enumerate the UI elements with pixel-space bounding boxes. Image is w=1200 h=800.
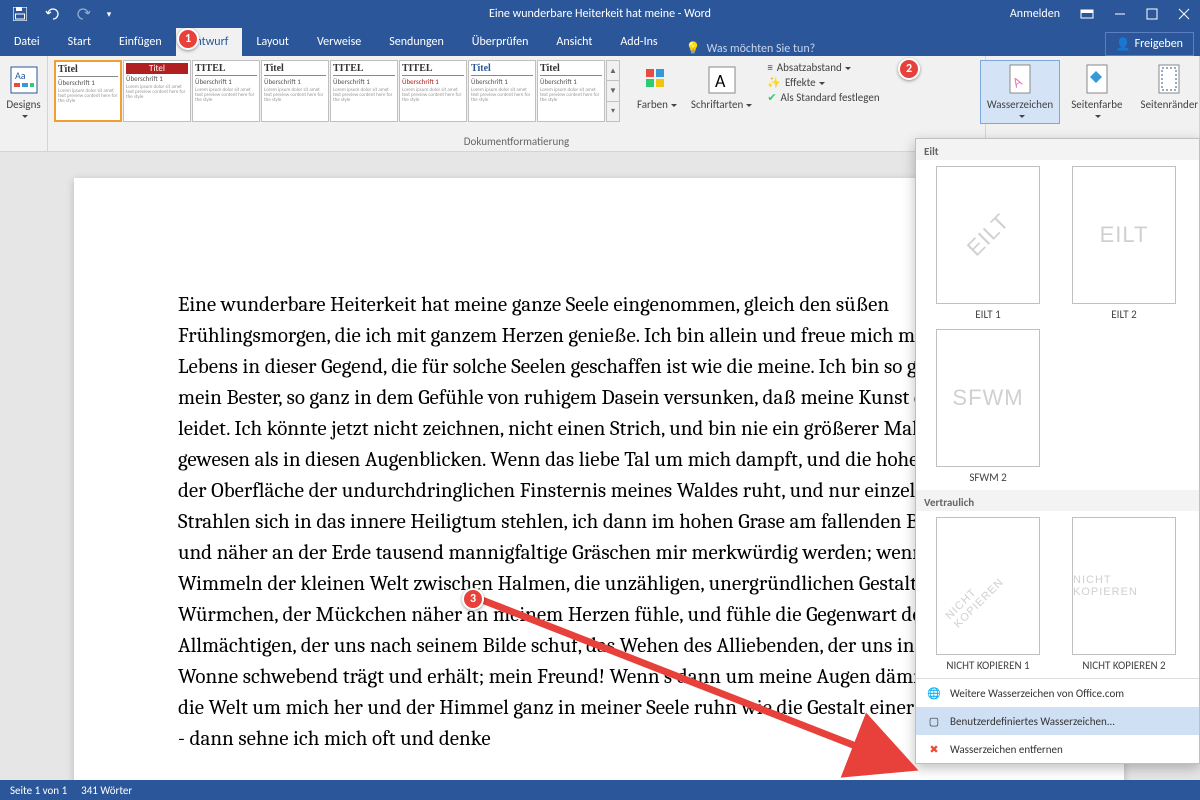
lightbulb-icon: 💡 [686,41,701,56]
status-words[interactable]: 341 Wörter [81,784,132,797]
theme-tile-7[interactable]: TitelÜberschrift 1Lorem ipsum dolor sit … [537,60,605,122]
share-button[interactable]: 👤 Freigeben [1105,32,1194,56]
svg-text:A: A [715,70,726,92]
designs-icon: Aa [7,63,41,97]
standard-button[interactable]: ✔Als Standard festlegen [763,90,883,105]
wm-vertraulich-1[interactable]: NICHT KOPIERENNICHT KOPIEREN 2 [1060,517,1188,672]
theme-tile-2[interactable]: TITELÜberschrift 1Lorem ipsum dolor sit … [192,60,260,122]
pagecolor-icon [1080,63,1114,97]
wm-eilt-0[interactable]: EILTEILT 1 [924,166,1052,321]
seitenraender-button[interactable]: Seitenränder [1134,60,1200,113]
tab-verweise[interactable]: Verweise [303,28,375,56]
person-icon: 👤 [1116,37,1131,52]
minimize-button[interactable] [1104,0,1136,28]
gallery-up[interactable]: ▲ [607,61,619,81]
theme-tile-3[interactable]: TitelÜberschrift 1Lorem ipsum dolor sit … [261,60,329,122]
callout-3: 3 [462,588,484,610]
wasserzeichen-button[interactable]: A Wasserzeichen [980,60,1060,124]
tab-ueberpruefen[interactable]: Überprüfen [458,28,543,56]
wm-section-eilt: Eilt [916,139,1199,160]
undo-button[interactable] [38,2,66,26]
quick-access-toolbar: ▾ [0,2,116,26]
page-icon: ▢ [926,713,942,729]
status-page[interactable]: Seite 1 von 1 [10,784,67,797]
wm-vertraulich-0[interactable]: NICHT KOPIERENNICHT KOPIEREN 1 [924,517,1052,672]
close-button[interactable] [1168,0,1200,28]
absatzabstand-button[interactable]: ≡Absatzabstand [763,60,883,75]
wm-eilt-2[interactable]: SFWMSFWM 2 [924,329,1052,484]
globe-icon: 🌐 [926,685,942,701]
theme-tile-4[interactable]: TITELÜberschrift 1Lorem ipsum dolor sit … [330,60,398,122]
signin-button[interactable]: Anmelden [1000,0,1070,28]
wm-more-office[interactable]: 🌐 Weitere Wasserzeichen von Office.com [916,679,1199,707]
paragraph-spacing-icon: ≡ [767,61,772,74]
tab-einfuegen[interactable]: Einfügen [105,28,176,56]
farben-button[interactable]: Farben [630,60,684,113]
svg-text:Aa: Aa [15,69,26,82]
gallery-expand[interactable]: ▾ [607,102,619,121]
fonts-icon: A [705,63,739,97]
watermark-icon: A [1003,63,1037,97]
display-options-button[interactable] [1070,0,1104,28]
tell-me-search[interactable]: 💡 Was möchten Sie tun? [672,41,816,56]
redo-button[interactable] [70,2,98,26]
check-icon: ✔ [767,91,776,104]
colors-icon [640,63,674,97]
titlebar: ▾ Eine wunderbare Heiterkeit hat meine -… [0,0,1200,28]
theme-gallery[interactable]: TitelÜberschrift 1Lorem ipsum dolor sit … [54,60,606,122]
seitenfarbe-button[interactable]: Seitenfarbe [1064,60,1129,124]
watermark-dropdown: Eilt EILTEILT 1EILTEILT 2SFWMSFWM 2 Vert… [915,138,1200,764]
callout-2: 2 [898,58,920,80]
tab-layout[interactable]: Layout [242,28,303,56]
borders-icon [1152,63,1186,97]
wm-eilt-1[interactable]: EILTEILT 2 [1060,166,1188,321]
maximize-button[interactable] [1136,0,1168,28]
wm-remove[interactable]: ✖ Wasserzeichen entfernen [916,735,1199,763]
qat-customize[interactable]: ▾ [102,2,116,26]
remove-icon: ✖ [926,741,942,757]
tab-addins[interactable]: Add-Ins [606,28,671,56]
save-button[interactable] [6,2,34,26]
tab-datei[interactable]: Datei [0,28,54,56]
document-body-text[interactable]: Eine wunderbare Heiterkeit hat meine gan… [178,290,1008,755]
tab-start[interactable]: Start [54,28,105,56]
wm-custom[interactable]: ▢ Benutzerdefiniertes Wasserzeichen... [916,707,1199,735]
theme-tile-0[interactable]: TitelÜberschrift 1Lorem ipsum dolor sit … [54,60,122,122]
effekte-button[interactable]: ✨Effekte [763,75,883,90]
theme-tile-5[interactable]: TITELÜberschrift 1Lorem ipsum dolor sit … [399,60,467,122]
callout-1: 1 [177,28,199,50]
gallery-down[interactable]: ▼ [607,81,619,101]
effects-icon: ✨ [767,76,781,89]
designs-button[interactable]: Aa Designs [0,60,48,124]
schriftarten-button[interactable]: A Schriftarten [684,60,759,113]
statusbar: Seite 1 von 1 341 Wörter [0,780,1200,800]
theme-tile-6[interactable]: TitelÜberschrift 1Lorem ipsum dolor sit … [468,60,536,122]
gallery-scroll[interactable]: ▲ ▼ ▾ [606,60,620,122]
tab-sendungen[interactable]: Sendungen [375,28,458,56]
wm-section-vertraulich: Vertraulich [916,490,1199,511]
theme-tile-1[interactable]: TitelÜberschrift 1Lorem ipsum dolor sit … [123,60,191,122]
tab-ansicht[interactable]: Ansicht [542,28,606,56]
